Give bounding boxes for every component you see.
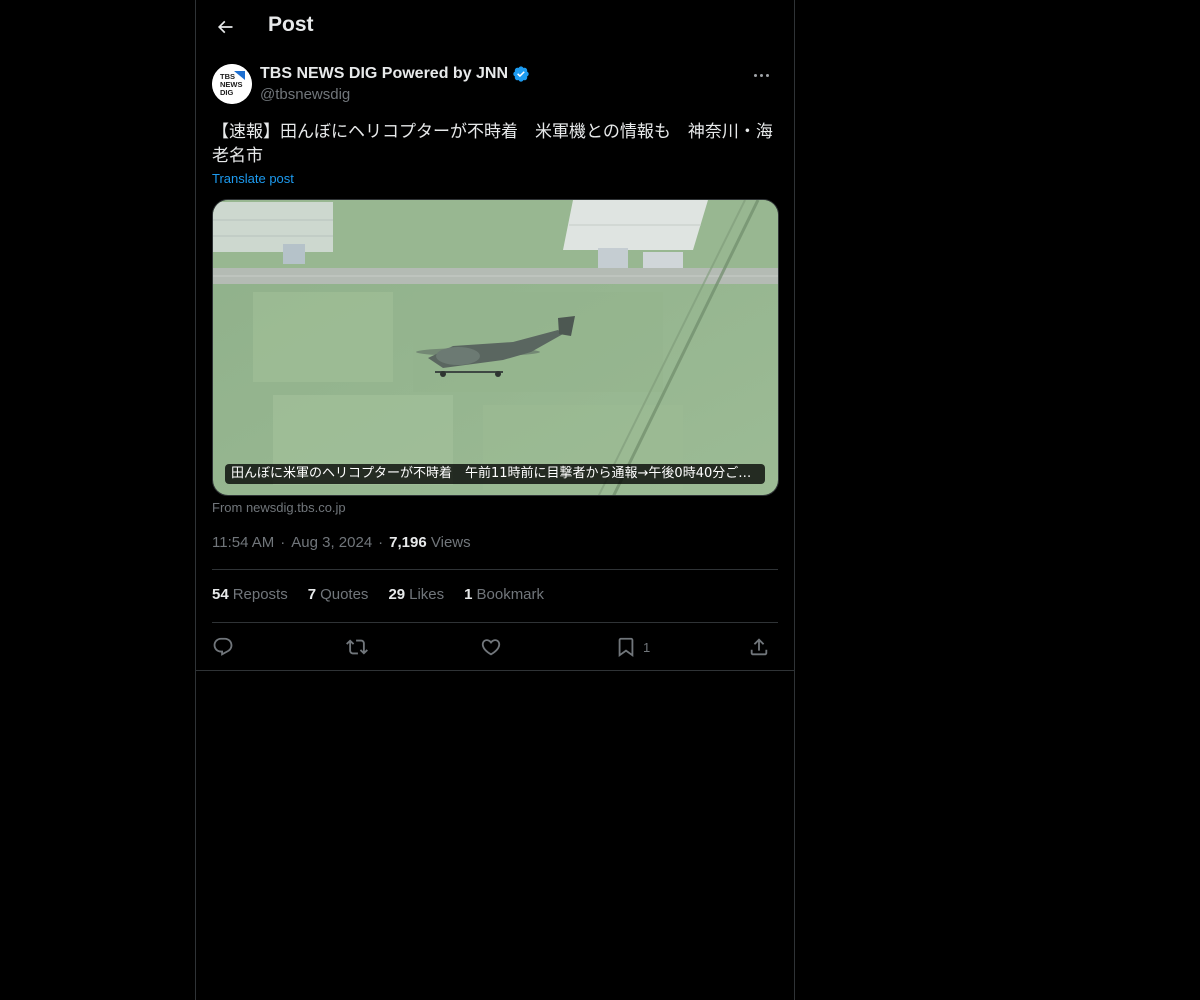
post-meta: 11:54 AM · Aug 3, 2024 · 7,196 Views (212, 534, 471, 551)
post-stats: 54 Reposts 7 Quotes 29 Likes 1 Bookmark (212, 586, 544, 603)
reposts-count: 54 (212, 586, 229, 603)
bookmarks-count: 1 (464, 586, 473, 603)
bookmarks-label: Bookmark (476, 586, 545, 603)
author-name-row[interactable]: TBS NEWS DIG Powered by JNN (260, 65, 530, 83)
avatar[interactable]: TBS NEWS DIG (212, 64, 252, 104)
verified-badge-icon (513, 66, 529, 82)
helicopter-photo (213, 200, 778, 495)
quotes-stat[interactable]: 7 Quotes (308, 586, 369, 603)
reply-button[interactable] (212, 634, 234, 660)
more-options-button[interactable] (744, 64, 778, 86)
post-author: TBS NEWS DIG TBS NEWS DIG Powered by JNN… (212, 64, 778, 108)
repost-icon (346, 639, 368, 655)
share-button[interactable] (748, 634, 770, 660)
author-name[interactable]: TBS NEWS DIG Powered by JNN (260, 65, 508, 83)
heart-icon (481, 639, 501, 656)
reply-icon (213, 637, 233, 656)
views-count: 7,196 (389, 534, 427, 551)
bookmark-icon (618, 637, 634, 658)
likes-stat[interactable]: 29 Likes (388, 586, 444, 603)
bookmark-count: 1 (643, 639, 651, 655)
bookmarks-stat[interactable]: 1 Bookmark (464, 586, 544, 603)
like-button[interactable] (480, 634, 502, 660)
more-dot-icon (753, 73, 757, 77)
post-time[interactable]: 11:54 AM (212, 534, 274, 551)
reposts-stat[interactable]: 54 Reposts (212, 586, 288, 603)
divider (212, 569, 778, 570)
quotes-label: Quotes (320, 586, 369, 603)
tbs-logo-icon: TBS NEWS DIG (212, 64, 252, 104)
action-bar: 1 (212, 634, 778, 660)
post-text: 【速報】田んぼにヘリコプターが不時着 米軍機との情報も 神奈川・海老名市 (212, 122, 773, 166)
top-bar: Post (196, 0, 794, 53)
divider (212, 622, 778, 623)
views-label: Views (430, 534, 471, 551)
likes-label: Likes (409, 586, 445, 603)
meta-separator: · (378, 534, 384, 551)
more-dot-icon (759, 73, 763, 77)
meta-separator: · (280, 534, 286, 551)
translate-post-link[interactable]: Translate post (212, 171, 294, 186)
link-source[interactable]: From newsdig.tbs.co.jp (212, 500, 346, 515)
back-button[interactable] (208, 10, 242, 44)
post-date[interactable]: Aug 3, 2024 (291, 534, 372, 551)
bookmark-button[interactable]: 1 (615, 634, 650, 660)
likes-count: 29 (388, 586, 406, 603)
divider (196, 670, 794, 671)
reposts-label: Reposts (232, 586, 288, 603)
repost-button[interactable] (346, 634, 368, 660)
page-title: Post (268, 13, 314, 36)
share-icon (750, 638, 768, 656)
post-column: Post TBS NEWS DIG TBS NEWS DIG Powered b… (195, 0, 795, 1000)
arrow-left-icon (217, 20, 233, 34)
quotes-count: 7 (307, 586, 317, 603)
svg-text:DIG: DIG (220, 88, 234, 97)
link-card-image[interactable]: 田んぼに米軍のヘリコプターが不時着 午前11時前に目撃者から通報→午後0時40分… (212, 199, 779, 496)
more-dot-icon (765, 73, 769, 77)
author-handle[interactable]: @tbsnewsdig (260, 86, 350, 103)
media-caption: 田んぼに米軍のヘリコプターが不時着 午前11時前に目撃者から通報→午後0時40分… (225, 464, 765, 484)
